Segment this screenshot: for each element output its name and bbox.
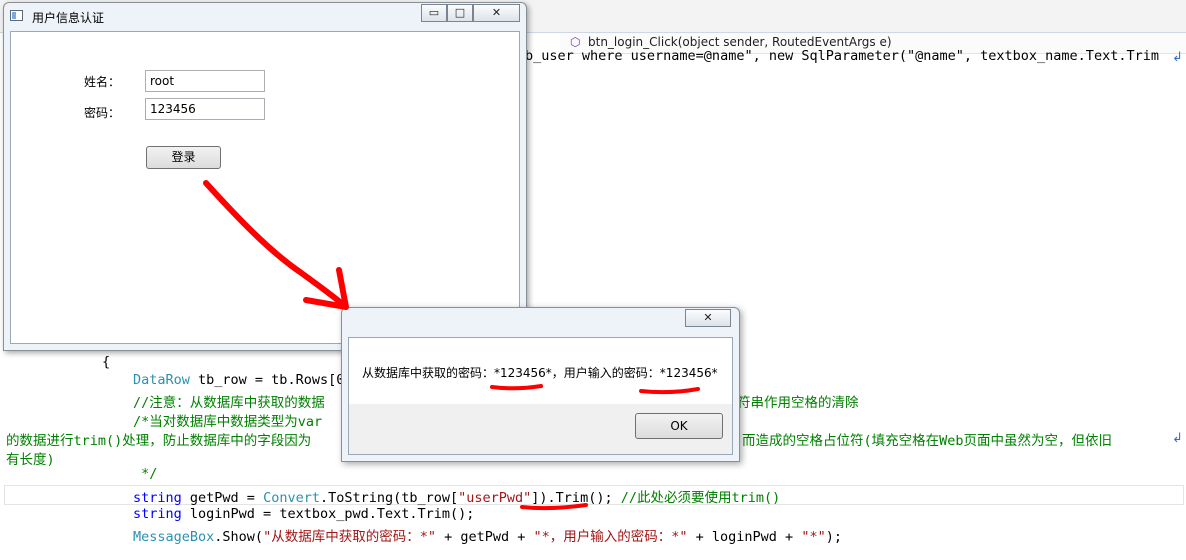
message-box-body: 从数据库中获取的密码：*123456*，用户输入的密码：*123456* OK bbox=[348, 337, 733, 455]
code-line-brace: { bbox=[102, 354, 111, 370]
minimize-button[interactable]: ▭ bbox=[421, 4, 447, 22]
comment-token: //此处必须要使用trim() bbox=[620, 490, 781, 506]
login-form: 姓名： root 密码： 123456 登录 bbox=[10, 31, 520, 344]
message-box-footer: OK bbox=[349, 404, 732, 454]
close-button[interactable]: ✕ bbox=[685, 309, 731, 327]
ok-button[interactable]: OK bbox=[635, 413, 723, 439]
window-app-icon bbox=[10, 10, 23, 21]
code-token: .ToString(tb_row[ bbox=[319, 490, 459, 506]
string-token: "*" bbox=[801, 529, 826, 545]
password-input[interactable]: 123456 bbox=[145, 98, 265, 120]
code-token: loginPwd = textbox_pwd.Text.Trim(); bbox=[181, 506, 475, 522]
word-wrap-glyph-icon: ↲ bbox=[1172, 50, 1183, 65]
code-token: ); bbox=[825, 529, 842, 545]
type-token: MessageBox bbox=[133, 529, 215, 545]
string-token: "*，用户输入的密码：*" bbox=[533, 529, 688, 545]
code-token: .Show( bbox=[214, 529, 264, 545]
code-comment-1-end: 符串作用空格的清除 bbox=[737, 395, 859, 411]
nav-method-name: btn_login_Click(object sender, RoutedEve… bbox=[588, 35, 892, 49]
password-label: 密码： bbox=[84, 106, 121, 120]
code-comment-close: */ bbox=[133, 466, 158, 482]
word-wrap-glyph-icon: ↲ bbox=[1172, 431, 1183, 446]
name-input[interactable]: root bbox=[145, 70, 265, 92]
code-line-loginpwd: string loginPwd = textbox_pwd.Text.Trim(… bbox=[133, 506, 474, 522]
code-line-datarow: DataRow tb_row = tb.Rows[0] bbox=[133, 372, 352, 388]
close-button[interactable]: ✕ bbox=[473, 4, 520, 22]
login-window-title: 用户信息认证 bbox=[32, 11, 105, 25]
code-token: + loginPwd + bbox=[687, 529, 802, 545]
code-comment-wrap-2: 有长度) bbox=[6, 452, 55, 468]
message-text: 从数据库中获取的密码：*123456*，用户输入的密码：*123456* bbox=[362, 366, 718, 380]
keyword-token: string bbox=[133, 490, 182, 506]
message-box: ✕ 从数据库中获取的密码：*123456*，用户输入的密码：*123456* O… bbox=[341, 307, 740, 462]
code-token: getPwd = bbox=[181, 490, 264, 506]
method-icon: ⬡ bbox=[570, 35, 581, 49]
code-comment-wrap-1: 的数据进行trim()处理，防止数据库中的字段因为 bbox=[6, 433, 312, 449]
name-label: 姓名： bbox=[84, 75, 121, 89]
code-comment-wrap-1-end: 而造成的空格占位符(填充空格在Web页面中虽然为空，但依旧 bbox=[742, 433, 1113, 449]
code-token: ]).Trim(); bbox=[531, 490, 621, 506]
code-token: tb_row = tb.Rows[0] bbox=[189, 372, 353, 388]
code-line-messagebox: MessageBox.Show("从数据库中获取的密码：*" + getPwd … bbox=[133, 525, 842, 545]
keyword-token: string bbox=[133, 506, 182, 522]
code-comment-1: //注意：从数据库中获取的数据 bbox=[133, 395, 325, 411]
string-token: "userPwd" bbox=[458, 490, 532, 506]
login-window: 用户信息认证 ▭ □ ✕ 姓名： root 密码： 123456 登录 bbox=[3, 2, 527, 351]
type-token: DataRow bbox=[133, 372, 190, 388]
code-line-sql: b_user where username=@name", new SqlPar… bbox=[525, 48, 1159, 64]
code-comment-2: /*当对数据库中数据类型为var bbox=[133, 414, 323, 430]
code-token: + getPwd + bbox=[435, 529, 534, 545]
login-button[interactable]: 登录 bbox=[146, 146, 221, 169]
login-title-bar[interactable]: 用户信息认证 ▭ □ ✕ bbox=[4, 3, 526, 29]
type-token: Convert bbox=[263, 490, 320, 506]
string-token: "从数据库中获取的密码：*" bbox=[263, 529, 436, 545]
maximize-button[interactable]: □ bbox=[447, 4, 473, 22]
code-line-getpwd[interactable]: string getPwd = Convert.ToString(tb_row[… bbox=[133, 486, 780, 506]
